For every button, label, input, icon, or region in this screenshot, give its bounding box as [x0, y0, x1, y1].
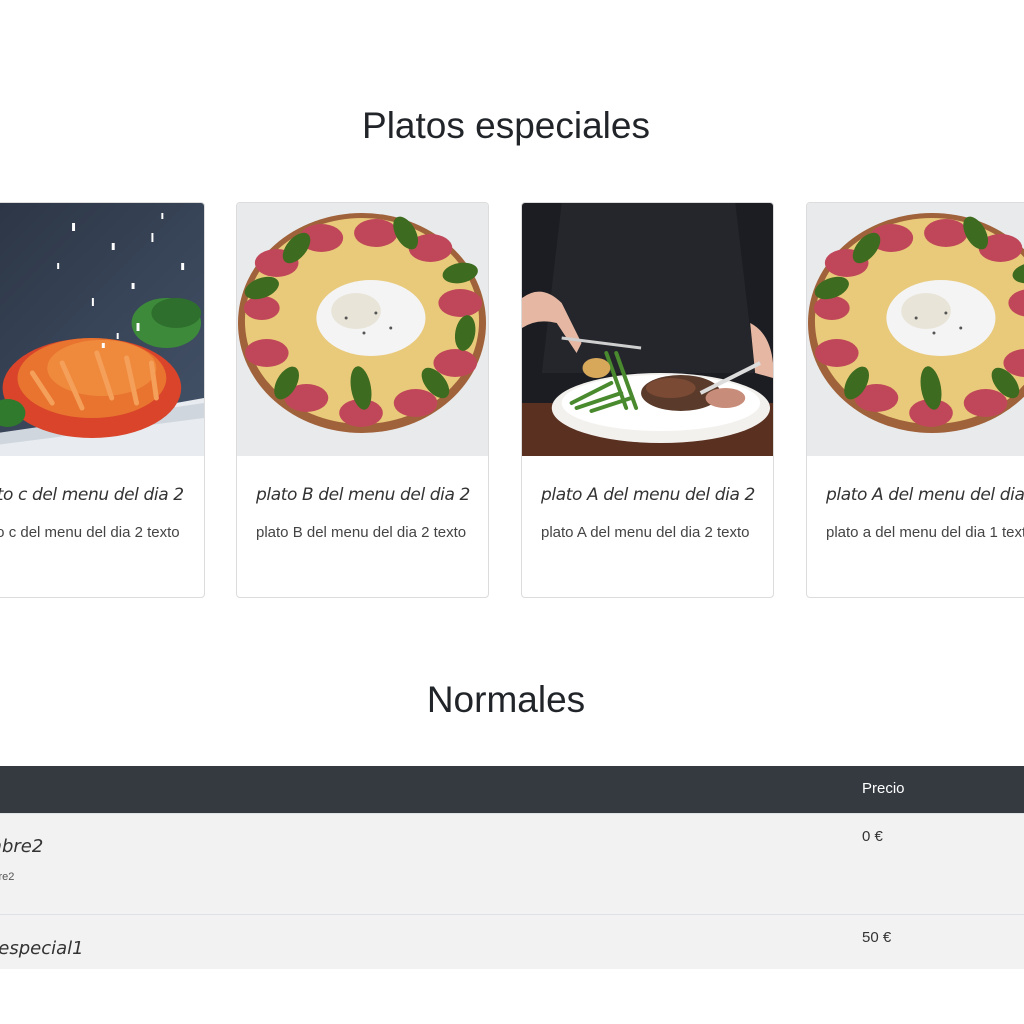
dish-card-text: plato B del menu del dia 2 texto — [256, 524, 467, 541]
dish-description: nombre2 — [0, 871, 15, 883]
dish-card-title: plato B del menu del dia 2 — [256, 485, 470, 505]
dish-card-text: plato A del menu del dia 2 texto — [541, 524, 750, 541]
dish-image-steak — [522, 203, 773, 456]
table-row[interactable]: plato especial1 50 € — [0, 914, 1024, 969]
table-row[interactable]: nombre2 nombre2 0 € — [0, 813, 1024, 914]
section-title-especiales: Platos especiales — [362, 105, 650, 146]
dish-price: 0 € — [862, 828, 883, 845]
dish-card-text: plato a del menu del dia 1 texto — [826, 524, 1024, 541]
dish-card[interactable]: plato B del menu del dia 2 plato B del m… — [236, 202, 489, 598]
table-header: Precio — [0, 766, 1024, 813]
dish-card[interactable]: plato c del menu del dia 2 plato c del m… — [0, 202, 205, 598]
dish-card[interactable]: plato A del menu del dia 1 plato a del m… — [806, 202, 1024, 598]
dish-image-ham-egg — [807, 203, 1024, 456]
section-title-normales: Normales — [426, 679, 586, 720]
page: Platos especiales o c del menu del dia 2… — [0, 0, 1024, 1024]
dish-image-ham-egg — [237, 203, 488, 456]
dish-card-title: plato c del menu del dia 2 — [0, 485, 184, 505]
dish-name: nombre2 — [0, 836, 44, 857]
dishes-table: Precio nombre2 nombre2 0 € plato especia… — [0, 766, 1024, 969]
dish-price: 50 € — [862, 929, 892, 946]
dish-card-text: plato c del menu del dia 2 texto — [0, 524, 180, 541]
dish-image-pasta — [0, 203, 204, 456]
dish-card-title: plato A del menu del dia 1 — [826, 485, 1024, 505]
dish-name: plato especial1 — [0, 938, 84, 959]
dish-card-title: plato A del menu del dia 2 — [541, 485, 755, 505]
column-header-price: Precio — [862, 780, 905, 797]
dish-card[interactable]: plato A del menu del dia 2 plato A del m… — [521, 202, 774, 598]
